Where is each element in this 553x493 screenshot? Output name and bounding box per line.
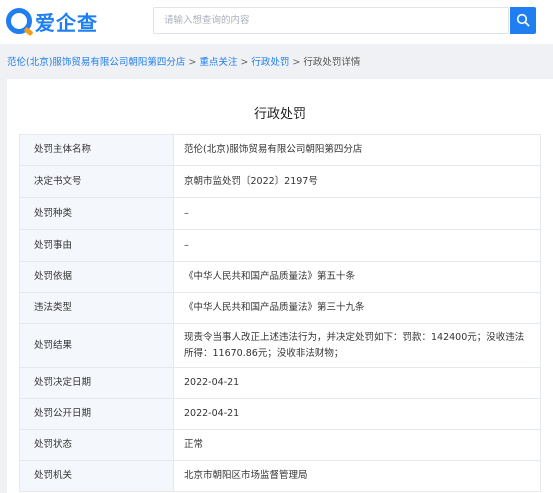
- table-row: 处罚结果 现责令当事人改正上述违法行为，并决定处罚如下：罚款：142400元；没…: [19, 323, 541, 368]
- logo[interactable]: 爱企查: [6, 7, 98, 35]
- row-key: 决定书文号: [19, 165, 174, 198]
- table-row: 处罚事由 –: [19, 229, 541, 262]
- row-value: 京朝市监处罚〔2022〕2197号: [173, 165, 541, 198]
- row-key: 处罚决定日期: [19, 367, 174, 399]
- row-value: 2022-04-21: [173, 398, 541, 430]
- table-row: 处罚主体名称 范伦(北京)服饰贸易有限公司朝阳第四分店: [19, 134, 541, 166]
- table-row: 处罚决定日期 2022-04-21: [19, 367, 541, 399]
- breadcrumb-company-link[interactable]: 范伦(北京)服饰贸易有限公司朝阳第四分店: [7, 57, 185, 68]
- row-value: 北京市朝阳区市场监督管理局: [173, 460, 541, 492]
- row-value: 2022-04-21: [173, 367, 541, 399]
- logo-text: 爱企查: [35, 10, 98, 35]
- row-value: 正常: [173, 429, 541, 461]
- row-key: 处罚主体名称: [19, 134, 174, 166]
- table-row: 处罚依据 《中华人民共和国产品质量法》第五十条: [19, 261, 541, 293]
- logo-mark-icon: [6, 8, 32, 34]
- row-key: 处罚公开日期: [19, 398, 174, 430]
- breadcrumb-current: 行政处罚详情: [303, 57, 361, 68]
- top-bar: 爱企查: [0, 0, 553, 44]
- row-value: 范伦(北京)服饰贸易有限公司朝阳第四分店: [173, 134, 541, 166]
- table-row: 决定书文号 京朝市监处罚〔2022〕2197号: [19, 165, 541, 198]
- breadcrumb: 范伦(北京)服饰贸易有限公司朝阳第四分店 > 重点关注 > 行政处罚 > 行政处罚详情: [7, 54, 360, 68]
- row-key: 处罚状态: [19, 429, 174, 461]
- row-value: –: [173, 229, 541, 262]
- table-row: 处罚种类 –: [19, 197, 541, 230]
- table-row: 处罚状态 正常: [19, 429, 541, 461]
- row-key: 处罚依据: [19, 261, 174, 293]
- row-key: 处罚事由: [19, 229, 174, 262]
- breadcrumb-penalty-link[interactable]: 行政处罚: [251, 57, 289, 68]
- search-icon: [516, 13, 530, 27]
- table-row: 违法类型 《中华人民共和国产品质量法》第三十九条: [19, 292, 541, 324]
- breadcrumb-separator: >: [240, 57, 249, 68]
- detail-panel: 行政处罚 处罚主体名称 范伦(北京)服饰贸易有限公司朝阳第四分店 决定书文号 京…: [7, 79, 553, 493]
- detail-table: 处罚主体名称 范伦(北京)服饰贸易有限公司朝阳第四分店 决定书文号 京朝市监处罚…: [19, 134, 541, 492]
- breadcrumb-focus-link[interactable]: 重点关注: [199, 57, 237, 68]
- row-value: 《中华人民共和国产品质量法》第五十条: [173, 261, 541, 293]
- breadcrumb-separator: >: [292, 57, 301, 68]
- breadcrumb-separator: >: [188, 57, 197, 68]
- table-row: 处罚公开日期 2022-04-21: [19, 398, 541, 430]
- search-input[interactable]: [153, 7, 509, 34]
- table-row: 处罚机关 北京市朝阳区市场监督管理局: [19, 460, 541, 492]
- row-value: 现责令当事人改正上述违法行为，并决定处罚如下：罚款：142400元；没收违法所得…: [173, 323, 541, 368]
- row-value: –: [173, 197, 541, 230]
- row-key: 处罚种类: [19, 197, 174, 230]
- row-key: 处罚机关: [19, 460, 174, 492]
- row-key: 违法类型: [19, 292, 174, 324]
- row-value: 《中华人民共和国产品质量法》第三十九条: [173, 292, 541, 324]
- row-key: 处罚结果: [19, 323, 174, 368]
- search-button[interactable]: [510, 7, 536, 34]
- panel-title: 行政处罚: [253, 107, 306, 122]
